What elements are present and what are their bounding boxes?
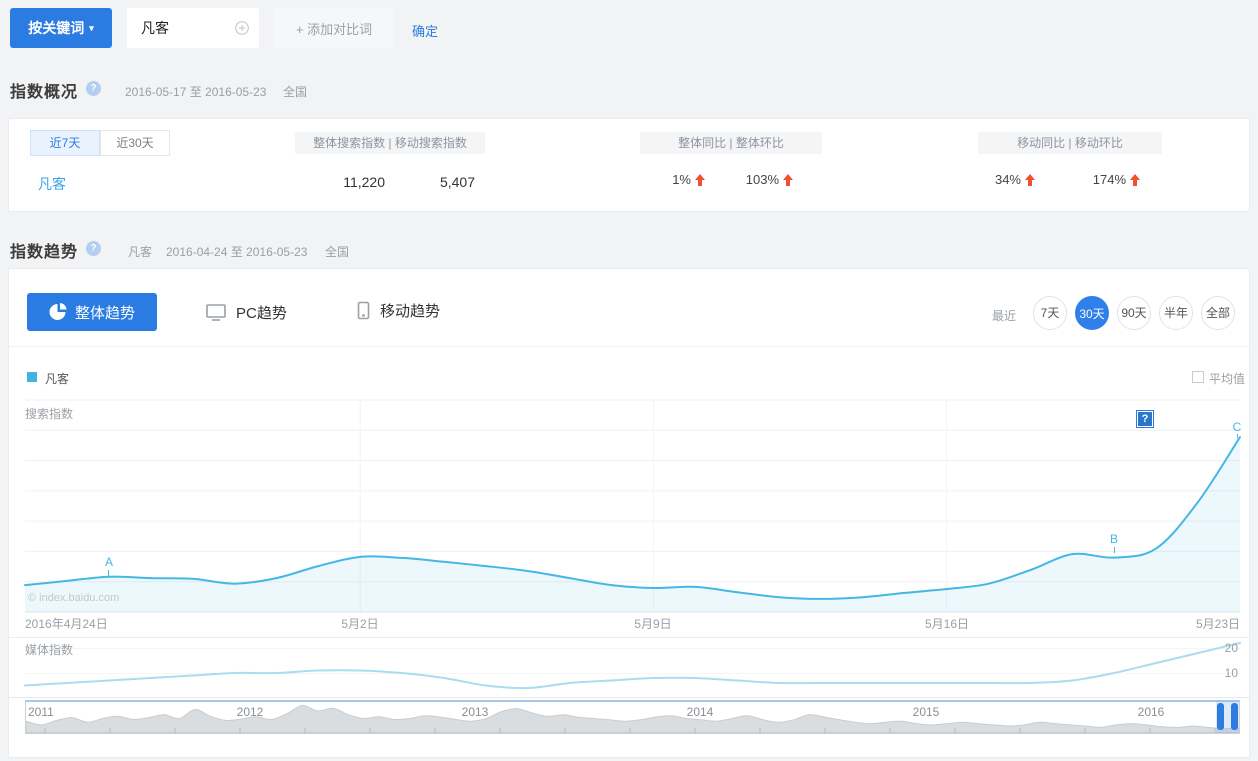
trend-card <box>8 268 1250 758</box>
annotation-a-tick <box>108 570 109 576</box>
x-tick-may23: 5月23日 <box>1195 617 1240 631</box>
trend-date-range: 2016-04-24 至 2016-05-23 <box>166 245 308 259</box>
timeline-year-2016: 2016 <box>1137 705 1165 719</box>
recent-label: 最近 <box>992 309 1017 323</box>
media-index-axis-label: 媒体指数 <box>25 643 74 657</box>
tab-last-7-days[interactable]: 近7天 <box>30 130 100 156</box>
up-arrow-icon <box>1025 173 1035 186</box>
monitor-icon <box>206 304 226 321</box>
overview-keyword[interactable]: 凡客 <box>38 174 66 194</box>
annotation-c-tick <box>1237 434 1238 438</box>
overall-mom-value: 103% <box>745 172 779 187</box>
mobile-search-index-value: 5,407 <box>439 174 475 190</box>
overview-region: 全国 <box>283 85 308 99</box>
media-tick-10: 10 <box>1224 666 1238 680</box>
mobile-yoy-cell: 34% <box>955 172 1035 187</box>
timeline-left-handle[interactable] <box>1217 703 1224 730</box>
timeline-year-2012: 2012 <box>236 705 264 719</box>
media-tick-20: 20 <box>1224 641 1238 655</box>
pie-chart-icon <box>49 303 67 320</box>
average-checkbox-label[interactable]: 平均值 <box>1209 370 1245 387</box>
range-all-button[interactable]: 全部 <box>1201 296 1235 330</box>
add-compare-label: + 添加对比词 <box>295 21 373 37</box>
annotation-a: A <box>104 555 113 569</box>
caret-down-icon: ▾ <box>89 22 94 33</box>
timeline-year-2015: 2015 <box>912 705 940 719</box>
timeline-year-2013: 2013 <box>461 705 489 719</box>
mobile-yoy-value: 34% <box>994 172 1021 187</box>
header-mobile-compare: 移动同比 | 移动环比 <box>978 132 1162 154</box>
annotation-b-tick <box>1114 547 1115 553</box>
baidu-index-page: { "colors": { "primary_blue": "#2b7ce2",… <box>0 0 1258 761</box>
overall-yoy-value: 1% <box>672 172 691 187</box>
annotation-c: C <box>1232 420 1242 434</box>
keyword-input[interactable]: 凡客 <box>127 8 259 48</box>
annotation-b: B <box>1109 532 1118 546</box>
tab-pc-trend[interactable]: PC趋势 <box>205 302 287 323</box>
circle-plus-icon[interactable] <box>235 21 249 35</box>
up-arrow-icon <box>783 173 793 186</box>
confirm-link[interactable]: 确定 <box>412 21 438 40</box>
header-overall-compare: 整体同比 | 整体环比 <box>640 132 822 154</box>
overview-date-range: 2016-05-17 至 2016-05-23 <box>125 85 267 99</box>
overview-title: 指数概况 <box>10 84 79 101</box>
average-checkbox[interactable] <box>1192 371 1204 383</box>
overall-mom-cell: 103% <box>705 172 793 187</box>
mobile-mom-cell: 174% <box>1040 172 1140 187</box>
timeline-year-2011: 2011 <box>28 705 54 719</box>
trend-keyword: 凡客 <box>128 245 153 259</box>
mobile-mom-value: 174% <box>1092 172 1126 187</box>
tab-overall-trend[interactable]: 整体趋势 <box>27 293 157 331</box>
trend-region: 全国 <box>325 245 350 259</box>
add-compare-button[interactable]: + 添加对比词 <box>274 8 394 48</box>
legend-color-swatch <box>27 372 37 382</box>
x-tick-apr24: 2016年4月24日 <box>25 617 108 631</box>
up-arrow-icon <box>695 173 705 186</box>
phone-icon <box>357 301 370 320</box>
timeline-box[interactable] <box>25 700 1240 734</box>
overview-help-icon[interactable]: ? <box>86 81 101 96</box>
tab-last-30-days[interactable]: 近30天 <box>100 130 170 156</box>
up-arrow-icon <box>1130 173 1140 186</box>
x-tick-may9: 5月9日 <box>634 617 672 631</box>
trend-title: 指数趋势 <box>10 244 79 261</box>
tab-mobile-trend-label: 移动趋势 <box>380 303 441 320</box>
overall-yoy-cell: 1% <box>625 172 705 187</box>
range-half-year-button[interactable]: 半年 <box>1159 296 1193 330</box>
x-tick-may16: 5月16日 <box>924 617 970 631</box>
keyword-mode-button[interactable]: 按关键词 ▾ <box>10 8 112 48</box>
range-7d-button[interactable]: 7天 <box>1033 296 1067 330</box>
search-index-axis-label: 搜索指数 <box>25 407 74 421</box>
range-30d-button[interactable]: 30天 <box>1075 296 1109 330</box>
tab-mobile-trend[interactable]: 移动趋势 <box>357 300 440 321</box>
legend-keyword-label[interactable]: 凡客 <box>45 370 69 387</box>
timeline-right-handle[interactable] <box>1231 703 1238 730</box>
chart-help-label: ? <box>1138 412 1152 426</box>
keyword-input-value: 凡客 <box>141 20 169 36</box>
divider <box>9 346 1249 347</box>
x-tick-may2: 5月2日 <box>341 617 379 631</box>
keyword-mode-label: 按关键词 <box>28 20 85 36</box>
tab-pc-trend-label: PC趋势 <box>236 305 287 322</box>
header-search-index: 整体搜索指数 | 移动搜索指数 <box>295 132 485 154</box>
range-90d-button[interactable]: 90天 <box>1117 296 1151 330</box>
tab-overall-trend-label: 整体趋势 <box>74 304 135 322</box>
watermark: © index.baidu.com <box>28 592 120 604</box>
trend-help-icon[interactable]: ? <box>86 241 101 256</box>
overall-search-index-value: 11,220 <box>343 174 385 190</box>
chart-help-button[interactable]: ? <box>1136 410 1154 428</box>
timeline-year-2014: 2014 <box>686 705 714 719</box>
